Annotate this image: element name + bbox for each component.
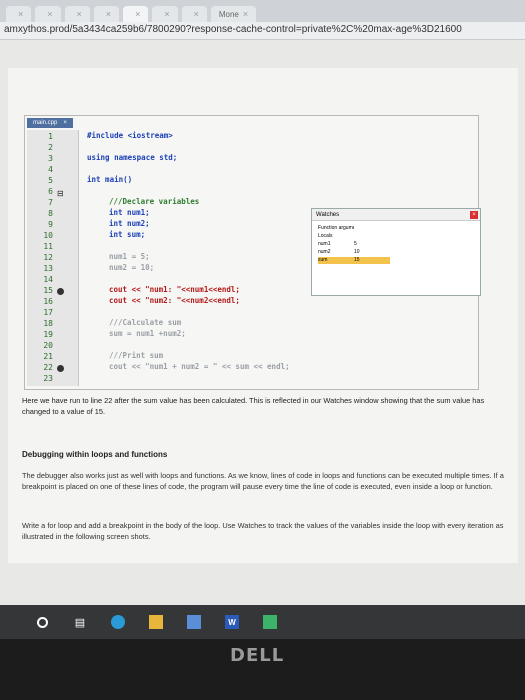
code-line-5: int main() [87, 175, 133, 184]
watch-value: 10 [354, 249, 360, 255]
code-line-10: int sum; [109, 230, 146, 239]
watch-row: Locals [318, 233, 390, 240]
browser-tab[interactable]: × [152, 6, 178, 22]
watch-value: 5 [354, 241, 357, 247]
breakpoint-icon[interactable] [57, 365, 64, 372]
code-line-12: num1 = 5; [109, 252, 150, 261]
code-line-13: num2 = 10; [109, 263, 155, 272]
line-number: 13 [43, 264, 53, 273]
line-number: 21 [43, 352, 53, 361]
code-line-3: using namespace std; [87, 153, 178, 162]
line-number: 11 [43, 242, 53, 251]
fold-icon[interactable]: ⊟ [57, 189, 64, 198]
watch-row-highlighted: sum 15 [318, 257, 390, 264]
tab-label: Mone [218, 9, 239, 19]
close-icon[interactable]: × [194, 9, 199, 19]
line-number: 6 [48, 187, 53, 196]
breakpoint-icon[interactable] [57, 288, 64, 295]
line-number-gutter: 1 2 3 4 5 6 7 8 9 10 11 12 13 14 15 16 1… [27, 130, 79, 386]
watch-row: num2 10 [318, 249, 390, 256]
code-line-7: ///Declare variables [109, 197, 200, 206]
browser-tab[interactable]: × [35, 6, 61, 22]
watches-title: Watches [312, 209, 480, 221]
app-icon[interactable] [263, 615, 277, 629]
watch-row: num1 5 [318, 241, 390, 248]
line-number: 4 [48, 165, 53, 174]
section-heading: Debugging within loops and functions [22, 450, 168, 459]
line-number: 19 [43, 330, 53, 339]
close-icon[interactable]: × [470, 211, 478, 219]
close-icon[interactable]: × [135, 9, 140, 19]
ide-screenshot: main.cpp × 1 2 3 4 5 6 7 8 9 10 11 12 13… [24, 115, 481, 390]
close-icon[interactable]: × [18, 9, 23, 19]
line-number: 16 [43, 297, 53, 306]
line-number: 5 [48, 176, 53, 185]
watches-panel: Watches × Function arguments Locals num1… [311, 208, 481, 296]
browser-tab[interactable]: × [6, 6, 32, 22]
editor-tab-label: main.cpp [33, 120, 58, 126]
line-number: 17 [43, 308, 53, 317]
line-number: 7 [48, 198, 53, 207]
line-number: 23 [43, 374, 53, 383]
code-line-22: cout << "num1 + num2 = " << sum << endl; [109, 362, 290, 371]
line-number: 9 [48, 220, 53, 229]
paragraph: The debugger also works just as well wit… [22, 471, 504, 491]
code-line-21: ///Print sum [109, 351, 164, 360]
close-icon[interactable]: × [164, 9, 169, 19]
browser-tab-bar: × × × × × × × Mone × [0, 0, 525, 22]
code-line-19: sum = num1 +num2; [109, 329, 186, 338]
line-number: 3 [48, 154, 53, 163]
line-number: 2 [48, 143, 53, 152]
store-icon[interactable] [187, 615, 201, 629]
code-line-15: cout << "num1: "<<num1<<endl; [109, 285, 240, 294]
cortana-icon[interactable] [35, 615, 49, 629]
watch-value: 15 [354, 257, 360, 263]
code-line-1: #include <iostream> [87, 131, 173, 140]
watch-name: Function arguments [318, 225, 354, 231]
watch-value [354, 225, 390, 232]
code-line-16: cout << "num2: "<<num2<<endl; [109, 296, 240, 305]
line-number: 15 [43, 286, 53, 295]
line-number: 10 [43, 231, 53, 240]
line-number: 18 [43, 319, 53, 328]
code-line-8: int num1; [109, 208, 150, 217]
editor-tab: main.cpp × [27, 118, 73, 128]
close-icon: × [63, 120, 67, 126]
browser-tab[interactable]: × [64, 6, 90, 22]
code-line-18: ///Calculate sum [109, 318, 182, 327]
watch-row: Function arguments [318, 225, 390, 232]
line-number: 12 [43, 253, 53, 262]
address-bar[interactable]: amxythos.prod/5a3434ca259b6/7800290?resp… [0, 22, 525, 40]
browser-tab[interactable]: Mone × [210, 6, 257, 22]
line-number: 14 [43, 275, 53, 284]
paragraph: Write a for loop and add a breakpoint in… [22, 521, 504, 541]
line-number: 22 [43, 363, 53, 372]
close-icon[interactable]: × [243, 9, 248, 19]
close-icon[interactable]: × [77, 9, 82, 19]
close-icon[interactable]: × [106, 9, 111, 19]
browser-tab[interactable]: × [93, 6, 120, 22]
browser-tab-active[interactable]: × [123, 6, 149, 22]
code-line-9: int num2; [109, 219, 150, 228]
watch-name: num2 [318, 249, 331, 255]
taskbar: ▤ W [0, 605, 525, 639]
word-icon[interactable]: W [225, 615, 239, 629]
browser-tab[interactable]: × [181, 6, 207, 22]
watch-name: num1 [318, 241, 331, 247]
watch-name: Locals [318, 233, 333, 239]
task-view-icon[interactable]: ▤ [73, 615, 87, 629]
explorer-icon[interactable] [149, 615, 163, 629]
watch-value [354, 233, 390, 240]
figure-caption: Here we have run to line 22 after the su… [22, 396, 485, 416]
line-number: 20 [43, 341, 53, 350]
chrome-icon[interactable] [111, 615, 125, 629]
brand-logo: DELL [230, 645, 285, 666]
watch-name: sum [318, 257, 328, 263]
line-number: 8 [48, 209, 53, 218]
url-text[interactable]: amxythos.prod/5a3434ca259b6/7800290?resp… [4, 24, 462, 35]
line-number: 1 [48, 132, 53, 141]
close-icon[interactable]: × [47, 9, 52, 19]
